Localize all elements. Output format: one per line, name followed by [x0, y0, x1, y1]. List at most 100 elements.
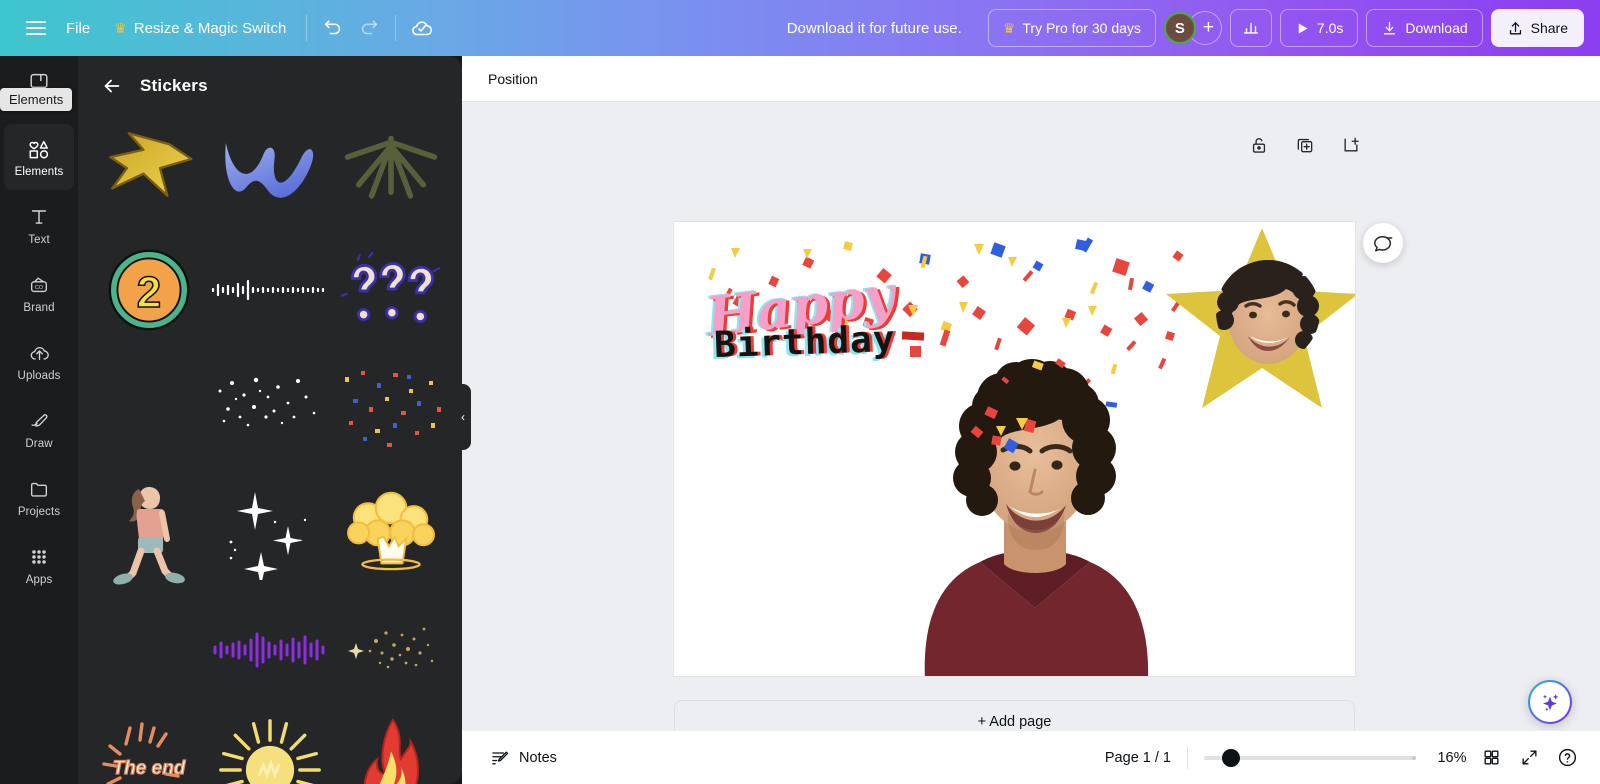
- sticker-red-flame[interactable]: [331, 710, 452, 784]
- top-toolbar-left: File ♛ Resize & Magic Switch: [0, 10, 440, 46]
- sticker-audio-waveform-white[interactable]: [209, 230, 330, 350]
- try-pro-button[interactable]: ♛ Try Pro for 30 days: [987, 9, 1156, 47]
- svg-text:2: 2: [136, 268, 160, 317]
- draw-icon: [26, 409, 52, 433]
- sticker-white-sparkles[interactable]: [209, 470, 330, 590]
- notes-button[interactable]: Notes: [480, 741, 567, 775]
- grid-view-icon: [1483, 750, 1499, 765]
- hamburger-icon: [26, 17, 46, 39]
- magic-sparkle-icon: [1542, 694, 1559, 712]
- sticker-white-sparkle-dots[interactable]: [209, 350, 330, 470]
- main-area: Position Happy Birthday + Add page: [462, 56, 1600, 784]
- sidebar-item-uploads[interactable]: Uploads: [4, 328, 74, 394]
- sticker-empty-slot[interactable]: [88, 350, 209, 470]
- position-button[interactable]: Position: [478, 63, 548, 95]
- sticker-olive-starburst[interactable]: [331, 110, 452, 230]
- orange-number-two-badge-sticker: 2: [108, 249, 190, 331]
- projects-icon: [26, 477, 52, 501]
- undo-button[interactable]: [315, 10, 351, 46]
- avatar[interactable]: S: [1163, 12, 1196, 44]
- question-marks-sticker: [341, 252, 441, 324]
- preview-play-button[interactable]: 7.0s: [1279, 9, 1359, 47]
- sticker-blue-swoosh[interactable]: [209, 110, 330, 230]
- sticker-colorful-confetti-dots[interactable]: [331, 350, 452, 470]
- yellow-explosion-cloud-sticker: [347, 491, 436, 571]
- resize-magic-switch-label: Resize & Magic Switch: [133, 19, 287, 37]
- sticker-number-two-badge[interactable]: 2: [88, 230, 209, 350]
- sidebar-item-projects[interactable]: Projects: [4, 464, 74, 530]
- sticker-gold-star-outline[interactable]: [88, 110, 209, 230]
- brand-icon: CO: [26, 273, 52, 297]
- add-page-label: + Add page: [977, 714, 1052, 730]
- red-flame-sticker: [364, 718, 420, 784]
- comment-bubble-icon: [1374, 236, 1393, 252]
- promo-text: Download it for future use.: [786, 19, 962, 37]
- olive-starburst-lines-sticker: [345, 135, 438, 199]
- position-toolbar: Position: [462, 56, 1600, 102]
- yellow-sun-sticker: [219, 719, 321, 784]
- zoom-level-label[interactable]: 16%: [1432, 750, 1472, 766]
- apps-icon: [26, 545, 52, 569]
- sidebar-label-uploads: Uploads: [17, 369, 61, 382]
- collaborators-group: S +: [1163, 11, 1222, 45]
- add-comment-button[interactable]: [1363, 223, 1403, 263]
- status-bar: Notes Page 1 / 1 16%: [462, 730, 1600, 784]
- crown-icon: ♛: [1002, 20, 1016, 36]
- status-bar-right: Page 1 / 1 16%: [1089, 739, 1600, 777]
- play-icon: [1298, 23, 1308, 33]
- toolbar-divider-1: [306, 15, 308, 41]
- insights-button[interactable]: [1229, 9, 1272, 47]
- duplicate-page-icon[interactable]: [1294, 134, 1316, 156]
- zoom-slider[interactable]: [1204, 748, 1416, 768]
- sidebar-item-draw[interactable]: Draw: [4, 396, 74, 462]
- help-question-icon: [1558, 748, 1576, 767]
- magic-assistant-button[interactable]: [1528, 680, 1572, 724]
- resize-magic-switch-button[interactable]: ♛ Resize & Magic Switch: [102, 11, 298, 45]
- help-button[interactable]: [1548, 739, 1586, 777]
- redo-button[interactable]: [351, 10, 387, 46]
- sidebar-item-apps[interactable]: Apps: [4, 532, 74, 598]
- toolbar-divider-2: [395, 15, 397, 41]
- panel-collapse-handle[interactable]: ‹: [455, 384, 471, 450]
- page-tools: [1248, 134, 1362, 156]
- top-toolbar-promo: Download it for future use.: [440, 20, 988, 37]
- sticker-gold-glitter-sparkle[interactable]: [331, 590, 452, 710]
- sidebar-item-text[interactable]: Text: [4, 192, 74, 258]
- the-end-burst-sticker: The end: [101, 722, 186, 784]
- back-arrow-icon[interactable]: [100, 74, 124, 98]
- download-button[interactable]: Download: [1366, 9, 1483, 47]
- zoom-slider-thumb[interactable]: [1222, 748, 1240, 767]
- file-menu-button[interactable]: File: [54, 11, 102, 45]
- sticker-the-end-burst[interactable]: The end: [88, 710, 209, 784]
- hamburger-menu-button[interactable]: [18, 10, 54, 46]
- sticker-walking-girl[interactable]: [88, 470, 209, 590]
- sidebar-label-apps: Apps: [25, 573, 53, 586]
- download-label: Download: [1405, 20, 1468, 36]
- notes-icon: [492, 751, 509, 764]
- gold-star-outline-sticker: [108, 132, 193, 197]
- add-page-icon[interactable]: [1340, 134, 1362, 156]
- status-divider: [1187, 746, 1188, 769]
- sticker-empty-slot-2[interactable]: [88, 590, 209, 710]
- sticker-yellow-explosion-cloud[interactable]: [331, 470, 452, 590]
- share-upload-icon: [1509, 21, 1521, 34]
- sticker-purple-audio-waveform[interactable]: [209, 590, 330, 710]
- sticker-question-marks[interactable]: [331, 230, 452, 350]
- duration-label: 7.0s: [1316, 20, 1344, 36]
- lock-icon[interactable]: [1248, 134, 1270, 156]
- cloud-check-icon: [412, 21, 433, 36]
- cloud-save-status-button[interactable]: [404, 10, 440, 46]
- sidebar-item-elements[interactable]: Elements: [4, 124, 74, 190]
- sticker-yellow-sun[interactable]: [209, 710, 330, 784]
- bar-chart-icon: [1243, 22, 1258, 34]
- canva-editor: File ♛ Resize & Magic Switch Download it…: [0, 0, 1600, 784]
- panel-title: Stickers: [140, 76, 208, 95]
- chevron-left-icon: ‹: [461, 410, 465, 424]
- sidebar-item-brand[interactable]: CO Brand: [4, 260, 74, 326]
- share-button[interactable]: Share: [1490, 9, 1584, 47]
- smiling-curly-hair-man-photo[interactable]: [870, 340, 1200, 676]
- the-end-label: The end: [112, 758, 185, 779]
- design-page[interactable]: Happy Birthday: [674, 222, 1355, 676]
- grid-view-button[interactable]: [1472, 739, 1510, 777]
- fullscreen-button[interactable]: [1510, 739, 1548, 777]
